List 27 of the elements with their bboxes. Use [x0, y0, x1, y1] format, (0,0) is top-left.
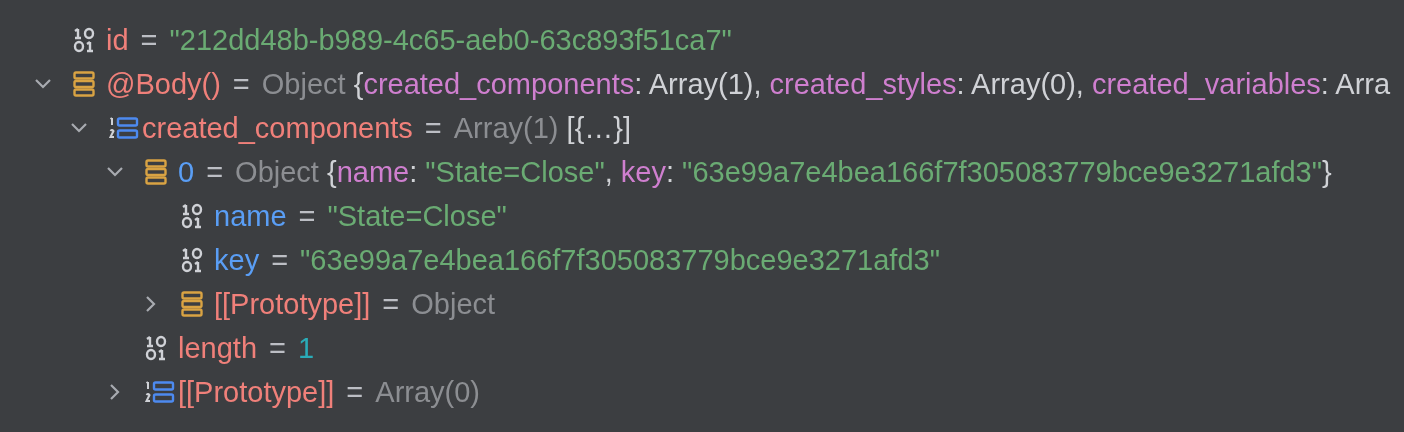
variable-value: = Object {created_components: Array(1), created_styles: Array(0), created_variables: Arra — [232, 67, 1391, 101]
variable-value: = Array(1) [{…}] — [424, 111, 632, 145]
stack-icon — [73, 71, 95, 97]
bits-icon — [181, 203, 203, 229]
variable-name: @Body() — [106, 67, 221, 101]
list-icon — [145, 380, 175, 404]
variable-name: length — [178, 331, 257, 365]
variable-name: key — [214, 243, 260, 277]
variable-name: [[Prototype]] — [178, 375, 335, 409]
variable-value: = "63e99a7e4bea166f7f305083779bce9e3271afd3" — [271, 243, 940, 277]
variable-value: = Object — [382, 287, 496, 321]
variable-value: = "State=Close" — [298, 199, 507, 233]
variable-value: = 1 — [269, 331, 315, 365]
variable-value: = Array(0) — [346, 375, 481, 409]
variable-name: [[Prototype]] — [214, 287, 371, 321]
variable-name: name — [214, 199, 287, 233]
stack-icon — [145, 159, 167, 185]
variable-value: = Object {name: "State=Close", key: "63e99a7e4bea166f7f305083779bce9e3271afd3"} — [206, 155, 1332, 189]
bits-icon — [145, 335, 167, 361]
variable-value: = "212dd48b-b989-4c65-aeb0-63c893f51ca7" — [140, 23, 732, 57]
variable-name: 0 — [178, 155, 195, 189]
variable-name: id — [106, 23, 129, 57]
variable-name: created_components — [142, 111, 413, 145]
list-icon — [109, 116, 139, 140]
bits-icon — [181, 247, 203, 273]
stack-icon — [181, 291, 203, 317]
bits-icon — [73, 27, 95, 53]
